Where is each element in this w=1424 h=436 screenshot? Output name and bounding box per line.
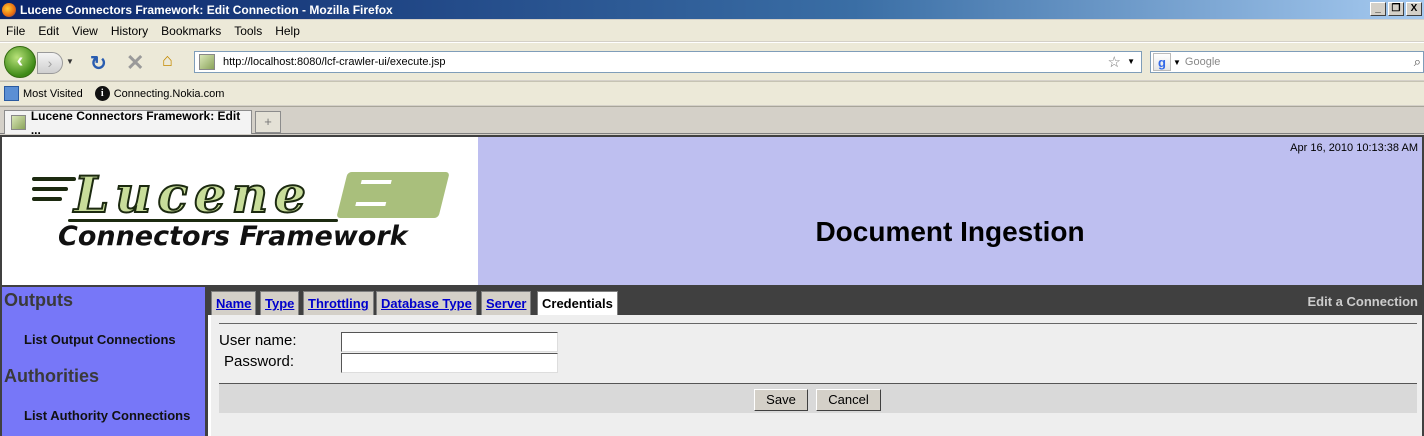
timestamp: Apr 16, 2010 10:13:38 AM — [1290, 142, 1418, 154]
logo-subtitle: Connectors Framework — [58, 221, 408, 252]
lucene-logo: Lucene Connectors Framework — [2, 137, 478, 285]
site-favicon-icon — [199, 54, 215, 70]
sidebar-item-list-authority-connections[interactable]: List Authority Connections — [24, 408, 190, 423]
folder-icon — [4, 86, 19, 101]
info-icon: i — [94, 86, 110, 101]
bookmark-connecting-nokia[interactable]: i Connecting.Nokia.com — [94, 86, 225, 101]
menu-tools[interactable]: Tools — [234, 24, 262, 38]
username-input[interactable] — [341, 332, 558, 352]
new-tab-button[interactable]: + — [255, 111, 281, 133]
credentials-form: User name: Password: Save Cancel — [211, 315, 1422, 436]
firefox-icon — [2, 2, 16, 17]
browser-tab[interactable]: Lucene Connectors Framework: Edit ... — [4, 108, 252, 137]
browser-tab-label: Lucene Connectors Framework: Edit ... — [30, 108, 241, 137]
password-input[interactable] — [341, 353, 558, 373]
page-title: Document Ingestion — [815, 216, 1085, 247]
tab-type[interactable]: Type — [260, 291, 300, 317]
bookmarks-toolbar: Most Visited i Connecting.Nokia.com — [0, 81, 1424, 105]
divider — [219, 323, 1417, 324]
sidebar-heading-outputs: Outputs — [4, 290, 73, 310]
search-engine-dropdown-icon[interactable]: ▼ — [1173, 58, 1181, 67]
logo-wordmark: Lucene — [73, 164, 312, 225]
window-title: Lucene Connectors Framework: Edit Connec… — [20, 2, 393, 17]
menu-view[interactable]: View — [72, 24, 98, 38]
google-icon[interactable]: g — [1153, 53, 1171, 71]
logo-flag-icon — [336, 172, 450, 218]
address-bar[interactable]: http://localhost:8080/lcf-crawler-ui/exe… — [194, 51, 1142, 73]
reload-icon[interactable]: ↻ — [90, 51, 107, 76]
bookmark-label: Most Visited — [23, 87, 83, 100]
navigation-toolbar: ‹ › ▼ ↻ ✕ ⌂ http://localhost:8080/lcf-cr… — [0, 42, 1424, 80]
tab-server[interactable]: Server — [481, 291, 532, 317]
history-dropdown-icon[interactable]: ▼ — [66, 57, 74, 66]
menu-bookmarks[interactable]: Bookmarks — [161, 24, 221, 38]
sidebar-item-list-output-connections[interactable]: List Output Connections — [24, 332, 176, 347]
cancel-button[interactable]: Cancel — [816, 389, 881, 411]
url-text[interactable]: http://localhost:8080/lcf-crawler-ui/exe… — [223, 56, 446, 68]
sidebar-heading-authorities: Authorities — [4, 366, 100, 386]
form-button-row: Save Cancel — [219, 383, 1417, 413]
tab-name[interactable]: Name — [211, 291, 257, 317]
connection-tab-bar: Name Type Throttling Database Type Serve… — [208, 285, 1422, 319]
forward-button[interactable]: › — [37, 52, 63, 74]
bookmark-label: Connecting.Nokia.com — [113, 87, 225, 100]
minimize-button[interactable]: _ — [1370, 2, 1386, 16]
menu-edit[interactable]: Edit — [38, 24, 59, 38]
banner-header: Apr 16, 2010 10:13:38 AM Document Ingest… — [478, 137, 1422, 285]
page-banner: Lucene Connectors Framework Apr 16, 2010… — [2, 137, 1422, 285]
tab-throttling[interactable]: Throttling — [303, 291, 374, 317]
menu-help[interactable]: Help — [275, 24, 300, 38]
search-box[interactable]: g ▼ Google ⌕ — [1150, 51, 1424, 73]
sidebar: Outputs List Output Connections Authorit… — [2, 285, 208, 436]
username-label: User name: — [219, 332, 297, 349]
window-title-bar: Lucene Connectors Framework: Edit Connec… — [0, 0, 1424, 19]
stop-icon[interactable]: ✕ — [126, 50, 144, 76]
search-input[interactable]: Google — [1185, 56, 1220, 68]
search-icon[interactable]: ⌕ — [1414, 54, 1421, 70]
menu-file[interactable]: File — [6, 24, 25, 38]
back-button[interactable]: ‹ — [4, 46, 36, 78]
tab-database-type[interactable]: Database Type — [376, 291, 477, 317]
bookmark-most-visited[interactable]: Most Visited — [4, 86, 83, 101]
menu-history[interactable]: History — [111, 24, 148, 38]
restore-button[interactable]: ❐ — [1388, 2, 1404, 16]
close-button[interactable]: X — [1406, 2, 1422, 16]
bookmark-star-icon[interactable]: ☆ — [1108, 53, 1121, 71]
url-dropdown-icon[interactable]: ▼ — [1127, 57, 1135, 66]
page-content: Lucene Connectors Framework Apr 16, 2010… — [0, 135, 1424, 436]
browser-tab-strip: Lucene Connectors Framework: Edit ... + — [0, 106, 1424, 137]
home-icon[interactable]: ⌂ — [162, 50, 173, 71]
tab-favicon-icon — [11, 115, 26, 130]
menu-bar: File Edit View History Bookmarks Tools H… — [0, 20, 1424, 41]
save-button[interactable]: Save — [754, 389, 808, 411]
password-label: Password: — [224, 353, 295, 370]
section-title: Edit a Connection — [1307, 294, 1419, 309]
